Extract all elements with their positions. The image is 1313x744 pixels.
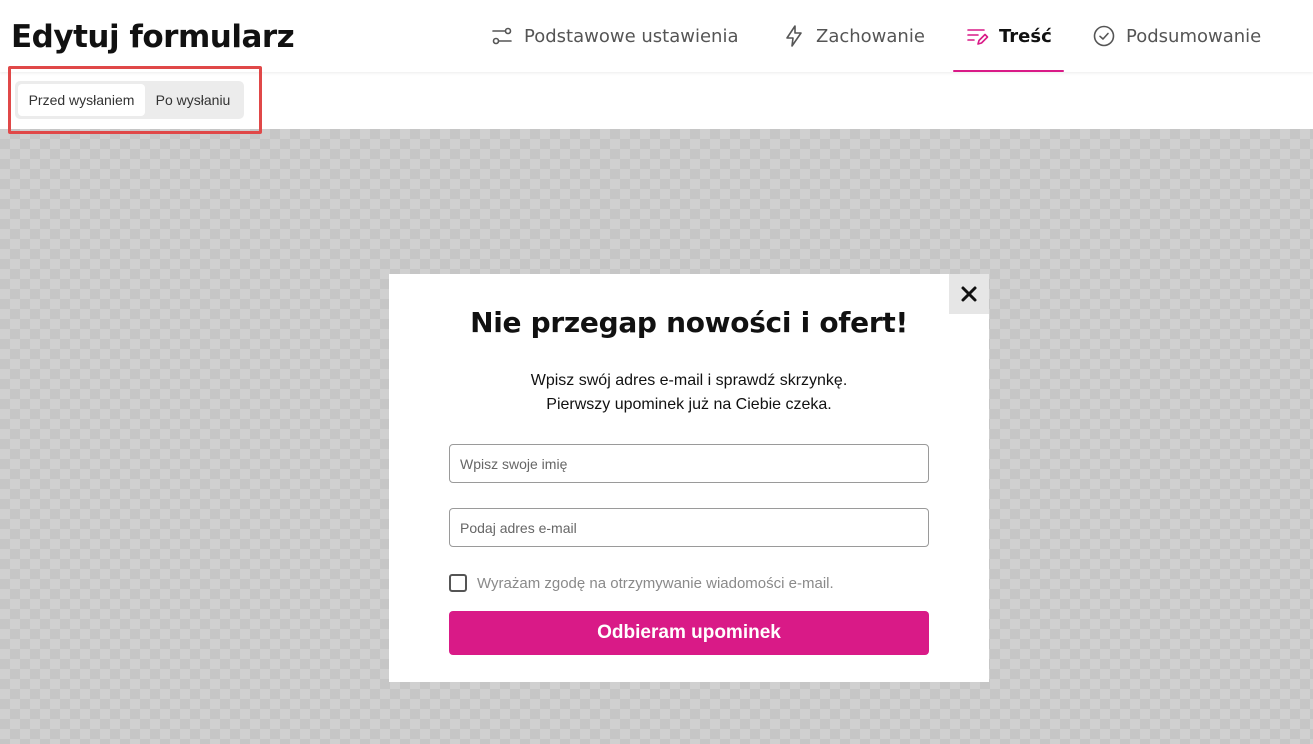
submit-button[interactable]: Odbieram upominek (449, 611, 929, 655)
active-tab-indicator (953, 70, 1064, 72)
email-input[interactable] (449, 508, 929, 547)
before-after-toggle: Przed wysłaniem Po wysłaniu (15, 81, 244, 119)
tab-content[interactable]: Treść (953, 0, 1064, 72)
form-popup: Nie przegap nowości i ofert! Wpisz swój … (389, 274, 989, 682)
subtitle-line: Pierwszy upominek już na Ciebie czeka. (546, 396, 832, 413)
tab-basic-settings[interactable]: Podstawowe ustawienia (490, 0, 738, 72)
tab-label: Zachowanie (816, 25, 925, 47)
page-title: Edytuj formularz (11, 19, 295, 55)
tab-summary[interactable]: Podsumowanie (1092, 0, 1261, 72)
close-icon (961, 286, 977, 302)
toggle-after-send[interactable]: Po wysłaniu (145, 84, 241, 116)
popup-title: Nie przegap nowości i ofert! (470, 306, 908, 339)
tab-label: Treść (999, 25, 1052, 47)
tab-label: Podstawowe ustawienia (524, 25, 739, 47)
check-circle-icon (1093, 25, 1115, 47)
tab-behavior[interactable]: Zachowanie (782, 0, 925, 72)
toggle-before-send[interactable]: Przed wysłaniem (18, 84, 145, 116)
header: Edytuj formularz Podstawowe ustawienia Z… (0, 0, 1313, 72)
consent-label: Wyrażam zgodę na otrzymywanie wiadomości… (477, 574, 834, 592)
subtitle-line: Wpisz swój adres e-mail i sprawdź skrzyn… (530, 372, 848, 389)
sliders-icon (492, 27, 512, 45)
consent-checkbox[interactable] (449, 574, 467, 592)
content-edit-icon (967, 29, 989, 45)
popup-subtitle: Wpisz swój adres e-mail i sprawdź skrzyn… (389, 369, 989, 417)
tab-label: Podsumowanie (1126, 25, 1262, 47)
name-input[interactable] (449, 444, 929, 483)
lightning-icon (786, 25, 802, 47)
consent-row: Wyrażam zgodę na otrzymywanie wiadomości… (449, 574, 834, 592)
